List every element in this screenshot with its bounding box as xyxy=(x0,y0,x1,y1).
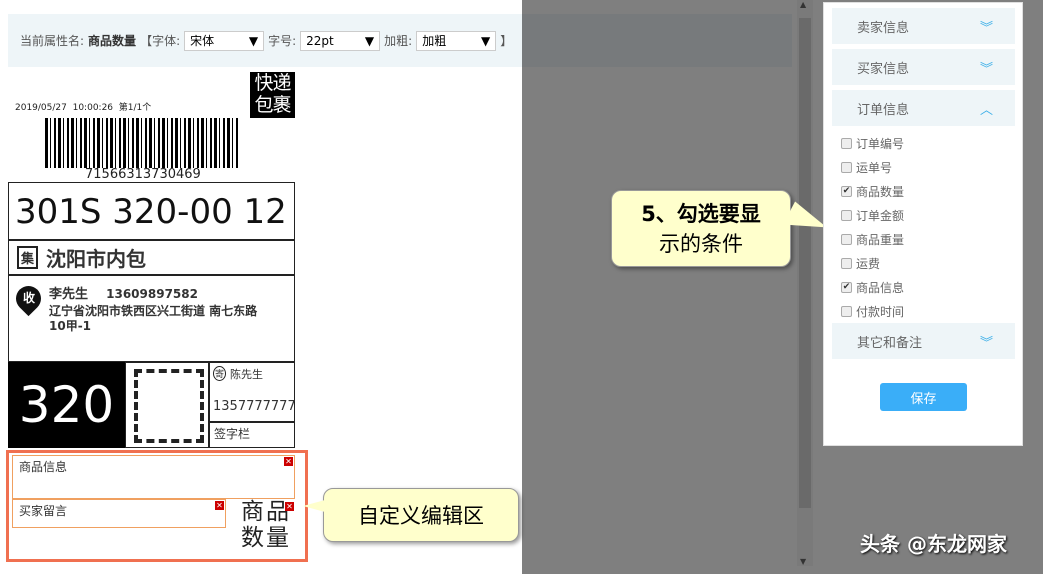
option-checkbox[interactable]: ✔ 商品数量 xyxy=(841,183,904,200)
receiver-icon: 收 xyxy=(22,291,35,305)
option-checkbox[interactable]: 订单金额 xyxy=(841,207,904,224)
section-label: 其它和备注 xyxy=(857,335,923,351)
collect-city: 沈阳市内包 xyxy=(46,247,147,271)
bold-select[interactable]: 加粗 ▼ xyxy=(416,30,497,51)
dim-overlay xyxy=(522,0,797,574)
custom-edit-area: 商品信息 ✕ 买家留言 ✕ 商品数量 ✕ xyxy=(6,450,308,562)
attr-name: 商品数量 xyxy=(88,34,137,48)
option-checkbox[interactable]: 运单号 xyxy=(841,159,892,176)
close-icon[interactable]: ✕ xyxy=(285,502,294,511)
watermark: 头条 @东龙网家 xyxy=(860,532,1007,556)
dropdown-icon: ▼ xyxy=(364,33,375,48)
checkbox-icon[interactable] xyxy=(841,234,852,245)
step5-line2: 示的条件 xyxy=(659,232,743,256)
bold-label: 加粗: xyxy=(384,34,413,48)
checkbox-icon[interactable]: ✔ xyxy=(841,282,852,293)
option-label: 运单号 xyxy=(856,161,893,175)
section-seller[interactable]: 卖家信息 ︾ xyxy=(832,8,1015,44)
big-code: 320 xyxy=(8,362,125,448)
section-label: 买家信息 xyxy=(857,61,910,77)
sender-icon: 寄 xyxy=(213,366,227,381)
signature-field: 签字栏 xyxy=(209,422,295,448)
checkbox-icon[interactable]: ✔ xyxy=(841,186,852,197)
option-checkbox[interactable]: ✔ 商品信息 xyxy=(841,279,904,296)
checkbox-icon[interactable] xyxy=(841,306,852,317)
option-checkbox[interactable]: 运费 xyxy=(841,255,880,272)
section-other[interactable]: 其它和备注 ︾ xyxy=(832,323,1015,359)
barcode-number: 71566313730469 xyxy=(85,167,201,182)
option-checkbox[interactable]: 订单编号 xyxy=(841,135,904,152)
option-checkbox[interactable]: 商品重量 xyxy=(841,231,904,248)
receiver-address: 辽宁省沈阳市铁西区兴工街道 南七东路10甲-1 xyxy=(49,304,258,333)
collect-icon: 集 xyxy=(17,246,39,269)
sender-block: 寄 陈先生 1357777777 xyxy=(209,362,296,422)
option-label: 订单金额 xyxy=(856,209,905,223)
checkbox-icon[interactable] xyxy=(841,258,852,269)
step5-callout: 5、勾选要显 示的条件 xyxy=(611,190,791,267)
save-button[interactable]: 保存 xyxy=(880,383,967,411)
size-label: 字号: xyxy=(268,34,297,48)
goods-info-field[interactable]: 商品信息 ✕ xyxy=(12,455,295,499)
font-label: 【字体: xyxy=(140,34,181,48)
express-badge: 快递包裹 xyxy=(250,72,295,118)
dropdown-icon: ▼ xyxy=(480,33,491,48)
section-order[interactable]: 订单信息 ︿ xyxy=(832,90,1015,126)
dropdown-icon: ▼ xyxy=(248,33,259,48)
chevron-up-icon: ︿ xyxy=(979,102,993,118)
bold-value: 加粗 xyxy=(422,34,447,48)
barcode xyxy=(45,118,238,168)
sender-phone: 1357777777 xyxy=(213,399,296,414)
chevron-double-down-icon: ︾ xyxy=(979,20,993,36)
buyer-note-field[interactable]: 买家留言 ✕ xyxy=(12,499,226,528)
callout-pointer xyxy=(303,500,325,512)
chevron-double-down-icon: ︾ xyxy=(979,335,993,351)
option-label: 商品重量 xyxy=(856,233,905,247)
checkbox-icon[interactable] xyxy=(841,162,852,173)
attr-prefix: 当前属性名: xyxy=(20,34,85,48)
sender-name: 陈先生 xyxy=(230,368,263,381)
print-datetime: 2019/05/27 10:00:26 第1/1个 xyxy=(15,103,152,113)
section-label: 卖家信息 xyxy=(857,20,910,36)
receiver-block: 收 李先生 13609897582 辽宁省沈阳市铁西区兴工街道 南七东路10甲-… xyxy=(8,275,295,362)
receiver-name: 李先生 xyxy=(49,287,89,302)
field-panel: 卖家信息 ︾ 买家信息 ︾ 订单信息 ︿ 订单编号运单号 ✔ 商品数量订单金额商品重量运费… xyxy=(823,2,1023,446)
option-label: 商品数量 xyxy=(856,185,905,199)
buyer-note-label: 买家留言 xyxy=(19,504,68,518)
option-checkbox[interactable]: 付款时间 xyxy=(841,303,904,320)
font-select[interactable]: 宋体 ▼ xyxy=(184,30,265,51)
attr-suffix: 】 xyxy=(500,34,513,48)
size-select[interactable]: 22pt ▼ xyxy=(300,30,381,51)
checkbox-icon[interactable] xyxy=(841,210,852,221)
option-label: 运费 xyxy=(856,257,881,271)
qr-code xyxy=(125,362,209,448)
font-value: 宋体 xyxy=(190,34,215,48)
scrollbar-thumb[interactable] xyxy=(799,18,811,508)
chevron-double-down-icon: ︾ xyxy=(979,61,993,77)
option-label: 订单编号 xyxy=(856,137,905,151)
size-value: 22pt xyxy=(306,33,334,48)
checkbox-icon[interactable] xyxy=(841,138,852,149)
custom-area-callout: 自定义编辑区 xyxy=(323,488,519,542)
route-code: 301S 320-00 12 xyxy=(8,182,295,240)
section-buyer[interactable]: 买家信息 ︾ xyxy=(832,49,1015,85)
close-icon[interactable]: ✕ xyxy=(284,457,293,466)
option-label: 商品信息 xyxy=(856,281,905,295)
option-label: 付款时间 xyxy=(856,305,905,319)
close-icon[interactable]: ✕ xyxy=(215,501,224,510)
receiver-phone: 13609897582 xyxy=(106,287,198,301)
step5-line1: 5、勾选要显 xyxy=(641,202,761,226)
goods-info-label: 商品信息 xyxy=(19,460,68,474)
section-label: 订单信息 xyxy=(857,102,910,118)
